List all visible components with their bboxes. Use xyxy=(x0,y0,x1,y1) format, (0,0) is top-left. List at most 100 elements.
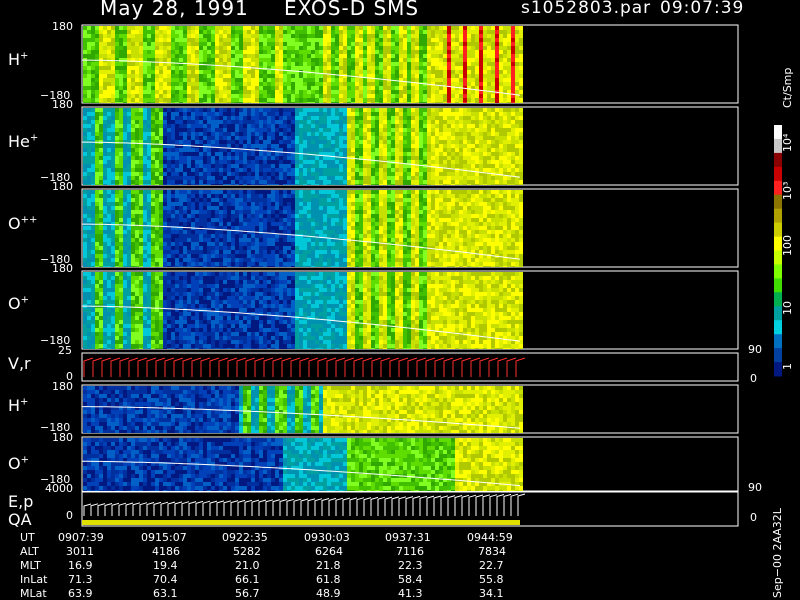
heatmap-cell xyxy=(227,26,231,30)
heatmap-cell xyxy=(283,54,287,58)
heatmap-cell xyxy=(371,152,375,156)
heatmap-cell xyxy=(127,116,131,120)
heatmap-cell xyxy=(363,112,367,116)
heatmap-cell xyxy=(327,140,331,144)
heatmap-cell xyxy=(359,94,363,98)
heatmap-cell xyxy=(267,112,271,116)
heatmap-cell xyxy=(139,198,143,202)
heatmap-cell xyxy=(83,42,87,46)
heatmap-cell xyxy=(115,226,119,230)
heatmap-cell xyxy=(483,180,487,184)
heatmap-cell xyxy=(459,66,463,70)
heatmap-cell xyxy=(167,206,171,210)
heatmap-cell xyxy=(463,132,467,136)
heatmap-cell xyxy=(83,120,87,124)
heatmap-cell xyxy=(427,86,431,90)
heatmap-cell xyxy=(183,242,187,246)
heatmap-cell xyxy=(407,140,411,144)
heatmap-cell xyxy=(443,124,447,128)
heatmap-cell xyxy=(503,112,507,116)
heatmap-cell xyxy=(203,144,207,148)
heatmap-cell xyxy=(391,132,395,136)
heatmap-cell xyxy=(459,94,463,98)
heatmap-cell xyxy=(291,128,295,132)
heatmap-cell xyxy=(195,42,199,46)
heatmap-cell xyxy=(123,78,127,82)
heatmap-cell xyxy=(507,116,511,120)
heatmap-cell xyxy=(499,30,503,34)
heatmap-cell xyxy=(399,140,403,144)
heatmap-cell xyxy=(143,164,147,168)
heatmap-cell xyxy=(367,90,371,94)
heatmap-cell xyxy=(147,38,151,42)
heatmap-cell xyxy=(195,214,199,218)
heatmap-cell xyxy=(455,120,459,124)
heatmap-cell xyxy=(475,34,479,38)
panel-5-frame xyxy=(81,352,739,382)
heatmap-cell xyxy=(515,184,519,185)
heatmap-cell xyxy=(123,102,127,103)
heatmap-cell xyxy=(463,94,467,98)
heatmap-cell xyxy=(115,250,119,254)
heatmap-cell xyxy=(91,156,95,160)
heatmap-cell xyxy=(303,112,307,116)
heatmap-cell xyxy=(411,148,415,152)
heatmap-cell xyxy=(159,112,163,116)
heatmap-cell xyxy=(311,164,315,168)
heatmap-cell xyxy=(267,102,271,103)
heatmap-cell xyxy=(483,54,487,58)
heatmap-cell xyxy=(227,34,231,38)
heatmap-cell xyxy=(171,102,175,103)
heatmap-cell xyxy=(99,206,103,210)
heatmap-cell xyxy=(515,128,519,132)
heatmap-cell xyxy=(247,116,251,120)
heatmap-cell xyxy=(411,90,415,94)
heatmap-cell xyxy=(295,140,299,144)
heatmap-cell xyxy=(499,112,503,116)
heatmap-cell xyxy=(155,218,159,222)
heatmap-cell xyxy=(119,38,123,42)
heatmap-cell xyxy=(227,184,231,185)
heatmap-cell xyxy=(511,82,515,86)
heatmap-cell xyxy=(375,34,379,38)
heatmap-cell xyxy=(119,250,123,254)
heatmap-cell xyxy=(411,62,415,66)
heatmap-cell xyxy=(223,156,227,160)
heatmap-cell xyxy=(359,152,363,156)
heatmap-cell xyxy=(219,90,223,94)
heatmap-cell xyxy=(295,66,299,70)
heatmap-cell xyxy=(207,78,211,82)
heatmap-cell xyxy=(239,30,243,34)
heatmap-cell xyxy=(467,164,471,168)
heatmap-cell xyxy=(143,214,147,218)
heatmap-cell xyxy=(115,160,119,164)
heatmap-cell xyxy=(503,108,507,112)
heatmap-cell xyxy=(127,54,131,58)
heatmap-cell xyxy=(367,98,371,102)
heatmap-cell xyxy=(171,206,175,210)
heatmap-cell xyxy=(375,112,379,116)
heatmap-cell xyxy=(487,160,491,164)
heatmap-cell xyxy=(143,258,147,262)
heatmap-cell xyxy=(295,128,299,132)
heatmap-cell xyxy=(187,246,191,250)
heatmap-cell xyxy=(91,254,95,258)
heatmap-cell xyxy=(307,124,311,128)
heatmap-cell xyxy=(155,26,159,30)
heatmap-cell xyxy=(503,148,507,152)
heatmap-cell xyxy=(511,26,515,30)
heatmap-cell xyxy=(395,152,399,156)
heatmap-cell xyxy=(159,180,163,184)
heatmap-cell xyxy=(275,82,279,86)
heatmap-cell xyxy=(303,54,307,58)
heatmap-cell xyxy=(479,140,483,144)
heatmap-cell xyxy=(171,132,175,136)
heatmap-cell xyxy=(279,132,283,136)
heatmap-cell xyxy=(123,194,127,198)
heatmap-cell xyxy=(167,132,171,136)
heatmap-cell xyxy=(487,30,491,34)
heatmap-cell xyxy=(207,176,211,180)
heatmap-cell xyxy=(363,62,367,66)
heatmap-cell xyxy=(259,120,263,124)
heatmap-cell xyxy=(183,172,187,176)
